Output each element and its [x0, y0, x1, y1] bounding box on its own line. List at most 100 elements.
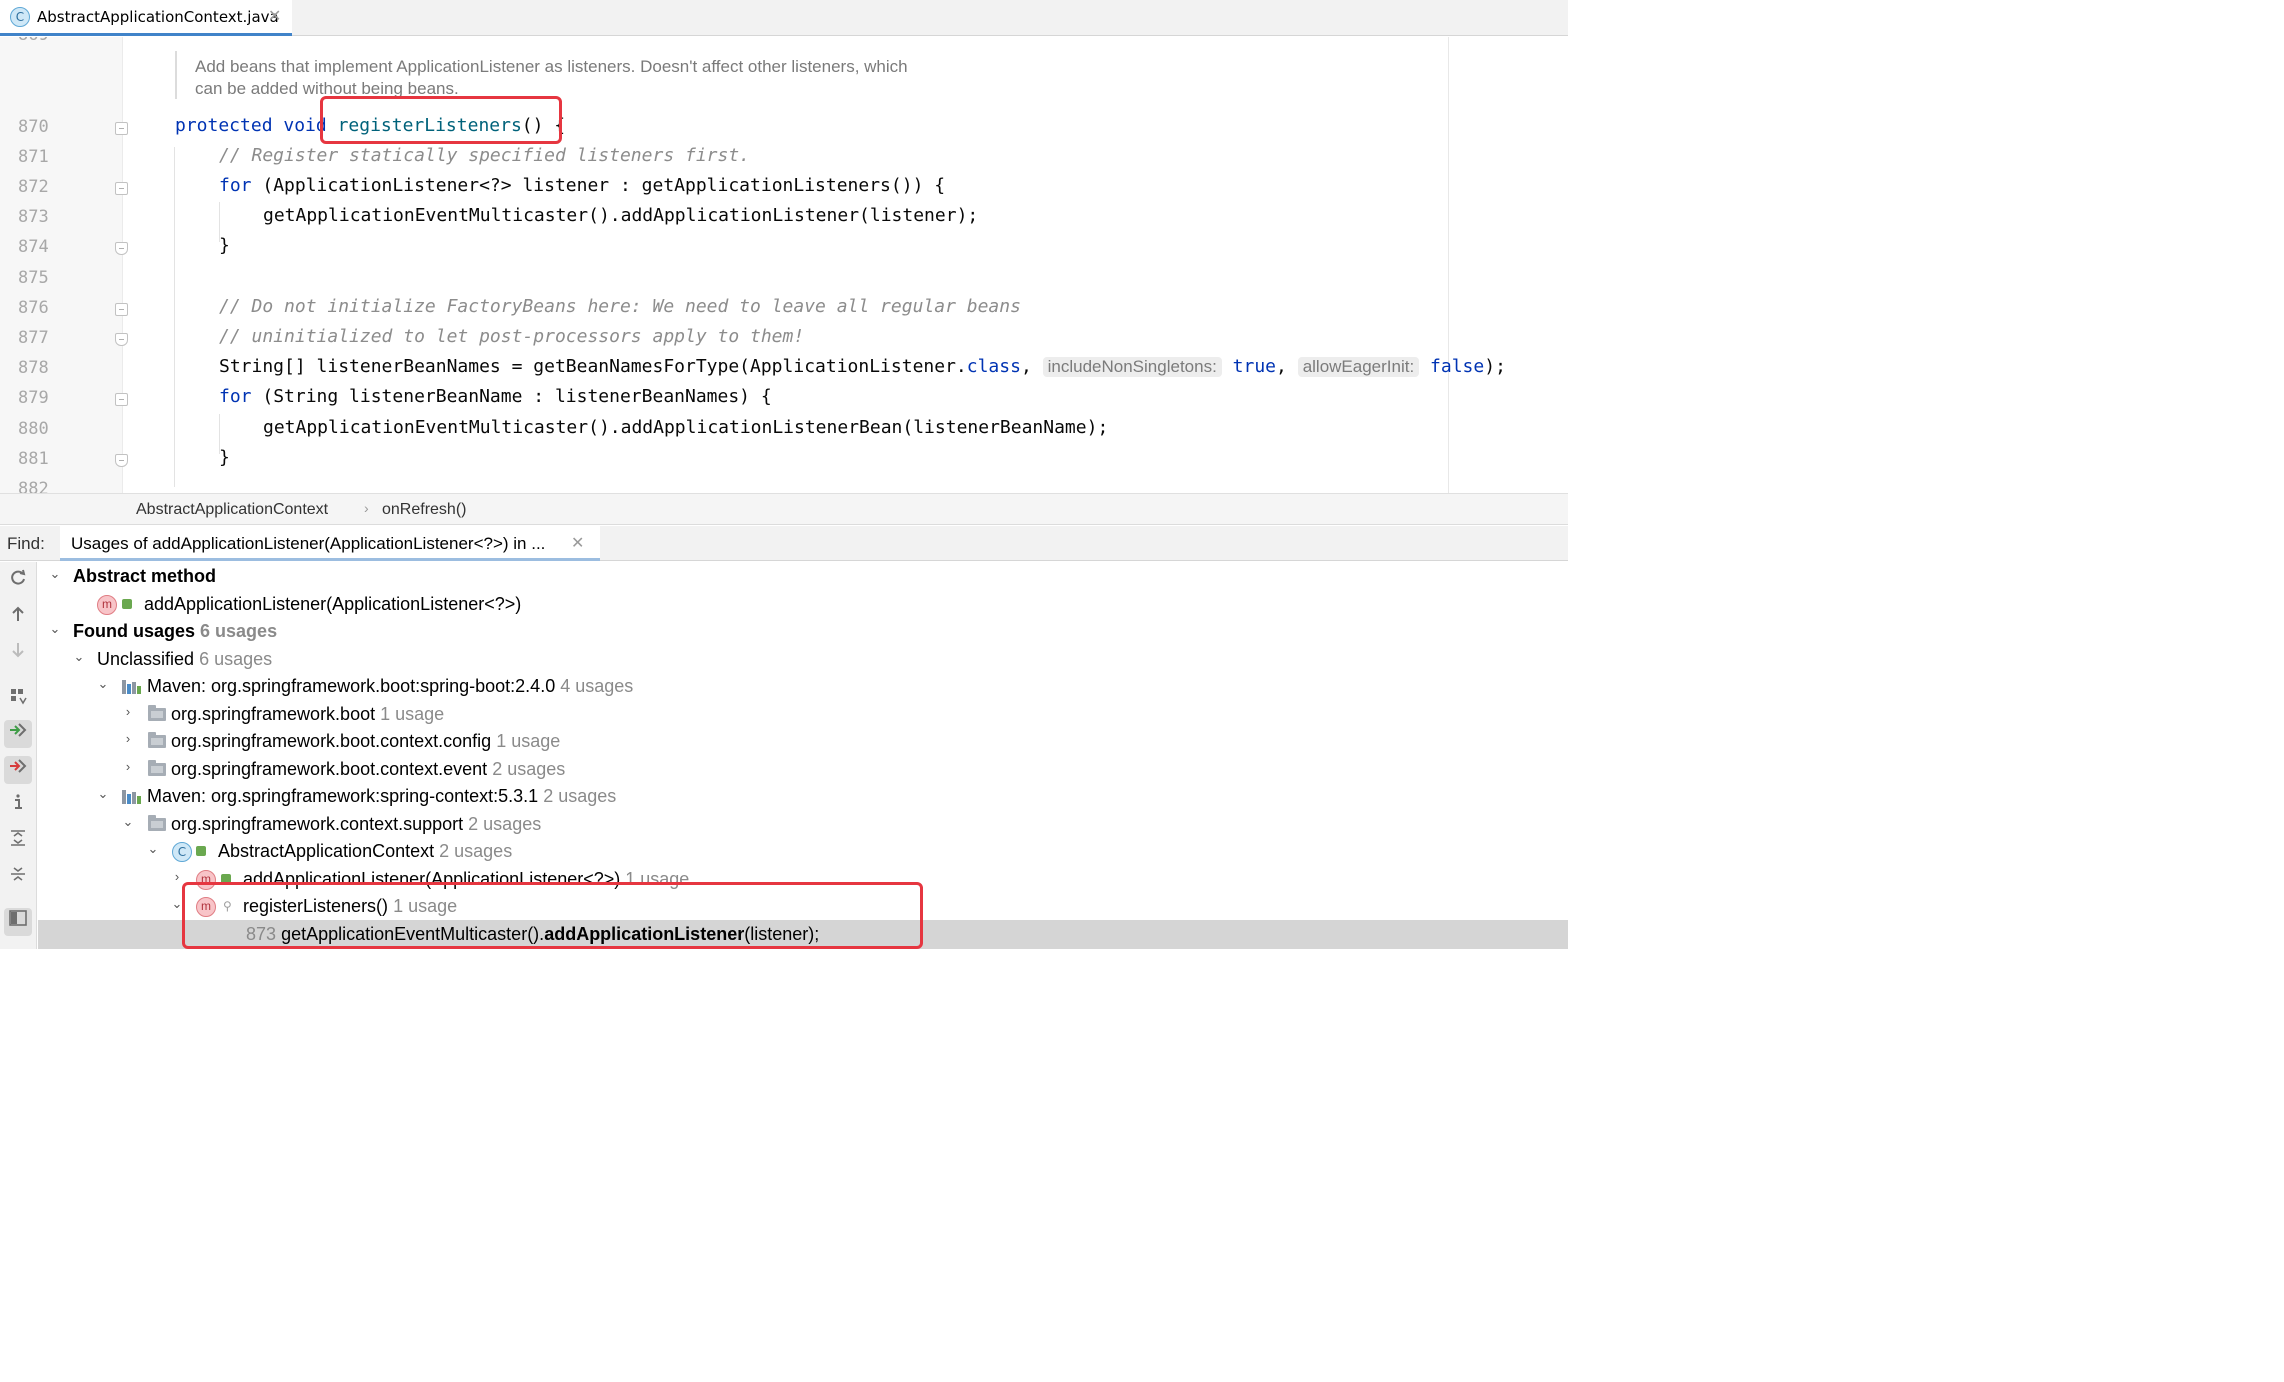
code-editor[interactable]: 869 870 871 872 873 874 875 876 877 878 … — [0, 37, 1568, 493]
tree-node-maven-spring-context[interactable]: ⌄ Maven: org.springframework:spring-cont… — [38, 784, 1568, 811]
chevron-right-icon[interactable]: › — [170, 870, 184, 884]
chevron-down-icon[interactable]: ⌄ — [96, 677, 110, 691]
package-folder-icon — [148, 760, 166, 776]
rerun-icon[interactable] — [4, 568, 32, 596]
line-number: 877 — [18, 328, 49, 348]
preview-icon[interactable] — [4, 908, 32, 936]
info-icon[interactable] — [4, 792, 32, 820]
line-number: 871 — [18, 147, 49, 167]
method-icon: m — [97, 595, 117, 615]
usage-count: 1 usage — [380, 704, 445, 724]
parameter-hint: allowEagerInit: — [1297, 357, 1420, 377]
public-access-icon — [122, 599, 132, 609]
tab-label: AbstractApplicationContext.java — [37, 8, 279, 26]
chevron-right-icon[interactable]: › — [121, 705, 135, 719]
fold-marker-icon[interactable] — [115, 182, 128, 195]
class-icon: C — [10, 7, 30, 27]
javadoc-line: Add beans that implement ApplicationList… — [195, 57, 908, 76]
tree-node-maven-spring-boot[interactable]: ⌄ Maven: org.springframework.boot:spring… — [38, 674, 1568, 701]
node-label: org.springframework.boot.context.event — [171, 759, 488, 779]
chevron-down-icon[interactable]: ⌄ — [48, 622, 62, 636]
code-line-880: getApplicationEventMulticaster().addAppl… — [263, 417, 1109, 438]
code-token: (String listenerBeanName : listenerBeanN… — [251, 386, 772, 407]
tree-node-found-usages[interactable]: ⌄ Found usages 6 usages — [38, 619, 1568, 646]
tree-node-abstract-method[interactable]: ⌄ Abstract method — [38, 564, 1568, 591]
usages-tree[interactable]: ⌄ Abstract method m addApplicationListen… — [38, 562, 1568, 949]
line-number: 881 — [18, 449, 49, 469]
code-token: , — [1276, 356, 1298, 377]
node-label: org.springframework.boot — [171, 704, 376, 724]
close-tab-icon[interactable]: ✕ — [571, 533, 584, 553]
tab-find-usages[interactable]: Usages of addApplicationListener(Applica… — [60, 526, 600, 561]
keyword: protected void — [175, 115, 338, 136]
chevron-down-icon[interactable]: ⌄ — [72, 650, 86, 664]
code-token: , — [1020, 356, 1043, 377]
tree-node-unclassified[interactable]: ⌄ Unclassified 6 usages — [38, 647, 1568, 674]
keyword: class — [966, 356, 1021, 377]
fold-marker-icon[interactable] — [115, 122, 128, 135]
chevron-right-icon[interactable]: › — [121, 732, 135, 746]
find-tab-label: Usages of addApplicationListener(Applica… — [71, 534, 546, 553]
usage-count: 4 usages — [560, 676, 634, 696]
parameter-hint: includeNonSingletons: — [1042, 357, 1222, 377]
node-label: addApplicationListener(ApplicationListen… — [144, 594, 522, 614]
tree-node-abstract-method-item[interactable]: m addApplicationListener(ApplicationList… — [38, 592, 1568, 619]
keyword: false — [1430, 356, 1485, 377]
fold-marker-icon[interactable] — [115, 393, 128, 406]
chevron-down-icon[interactable]: ⌄ — [146, 842, 160, 856]
breadcrumb-separator: › — [364, 500, 369, 516]
public-access-icon — [196, 846, 206, 856]
tree-node-class[interactable]: ⌄ C AbstractApplicationContext 2 usages — [38, 839, 1568, 866]
node-label: Abstract method — [73, 566, 217, 586]
line-number: 878 — [18, 358, 49, 378]
collapse-all-icon[interactable] — [4, 864, 32, 892]
line-number: 873 — [18, 207, 49, 227]
breadcrumb: AbstractApplicationContext › onRefresh() — [0, 493, 1568, 525]
fold-marker-icon[interactable] — [115, 303, 128, 316]
chevron-down-icon[interactable]: ⌄ — [121, 815, 135, 829]
fold-end-icon[interactable] — [115, 333, 128, 346]
code-line-874: } — [219, 235, 230, 256]
chevron-down-icon[interactable]: ⌄ — [48, 567, 62, 581]
tree-node-package[interactable]: › org.springframework.boot.context.confi… — [38, 729, 1568, 756]
code-line-871: // Register statically specified listene… — [219, 145, 751, 166]
tree-node-package[interactable]: › org.springframework.boot 1 usage — [38, 702, 1568, 729]
tree-node-package[interactable]: ⌄ org.springframework.context.support 2 … — [38, 812, 1568, 839]
node-label: Unclassified — [97, 649, 195, 669]
node-label: Found usages — [73, 621, 196, 641]
find-toolbar — [0, 562, 37, 949]
navigate-to-source-icon[interactable] — [4, 720, 32, 748]
right-margin-guide — [1448, 37, 1449, 493]
breadcrumb-item-method[interactable]: onRefresh() — [382, 501, 466, 519]
node-label: org.springframework.boot.context.config — [171, 731, 492, 751]
keyword: true — [1232, 356, 1276, 377]
node-label: Maven: org.springframework.boot:spring-b… — [147, 676, 556, 696]
rendered-javadoc: Add beans that implement ApplicationList… — [175, 51, 1045, 99]
line-number: 872 — [18, 177, 49, 197]
fold-end-icon[interactable] — [115, 242, 128, 255]
fold-end-icon[interactable] — [115, 454, 128, 467]
tab-abstract-application-context[interactable]: C AbstractApplicationContext.java ✕ — [0, 0, 292, 36]
node-label: org.springframework.context.support — [171, 814, 464, 834]
usage-count: 6 usages — [199, 649, 273, 669]
chevron-right-icon[interactable]: › — [121, 760, 135, 774]
indent-guide — [174, 147, 175, 487]
next-occurrence-icon[interactable] — [4, 640, 32, 668]
previous-occurrence-icon[interactable] — [4, 604, 32, 632]
line-number: 876 — [18, 298, 49, 318]
code-line-878: String[] listenerBeanNames = getBeanName… — [219, 356, 1506, 377]
library-icon — [122, 790, 141, 804]
package-folder-icon — [148, 815, 166, 831]
breadcrumb-item-class[interactable]: AbstractApplicationContext — [136, 501, 328, 519]
group-by-icon[interactable] — [4, 686, 32, 714]
tree-node-package[interactable]: › org.springframework.boot.context.event… — [38, 757, 1568, 784]
highlight-annotation-box — [320, 96, 562, 144]
chevron-down-icon[interactable]: ⌄ — [96, 787, 110, 801]
usage-count: 2 usages — [439, 841, 513, 861]
package-folder-icon — [148, 732, 166, 748]
expand-all-icon[interactable] — [4, 828, 32, 856]
close-tab-icon[interactable]: ✕ — [268, 6, 281, 25]
exclude-icon[interactable] — [4, 756, 32, 784]
code-line-881: } — [219, 447, 230, 468]
package-folder-icon — [148, 705, 166, 721]
